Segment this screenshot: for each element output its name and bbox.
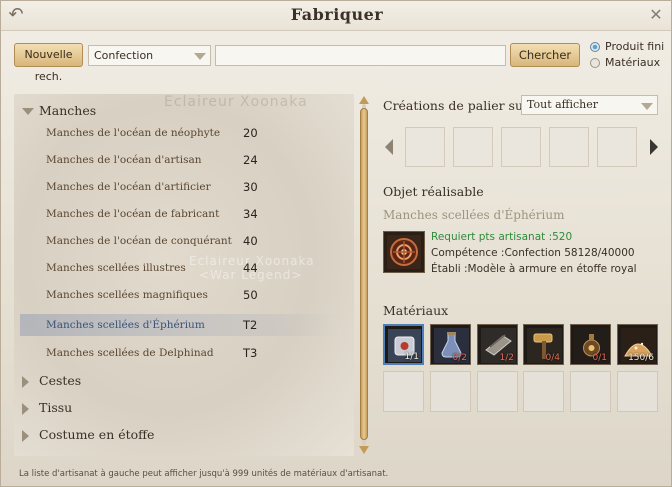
list-item[interactable]: Manches de l'océan d'artificier 30 [28,176,348,198]
material-count: 0/2 [452,353,467,363]
upper-tier-slot[interactable] [597,127,637,167]
upper-tier-slot[interactable] [549,127,589,167]
material-count: 0/4 [545,353,560,363]
list-item-selected[interactable]: Manches scellées d'Éphérium T2 [20,314,340,336]
material-count: 150/6 [628,353,654,363]
upper-tier-slot[interactable] [453,127,493,167]
list-item[interactable]: Manches scellées de Delphinad T3 [28,342,348,364]
radio-finished-product[interactable] [590,42,600,52]
category-tissu[interactable]: Tissu [22,398,342,418]
scroll-thumb[interactable] [360,108,368,440]
material-slot-empty [477,371,518,412]
footer-note: La liste d'artisanat à gauche peut affic… [19,469,389,479]
list-item[interactable]: Manches scellées magnifiques 50 [28,284,348,306]
list-item[interactable]: Manches de l'océan de fabricant 34 [28,203,348,225]
category-dropdown[interactable]: Confection [88,45,211,66]
expand-right-icon [22,376,29,388]
title-bar: ↶ Fabriquer ✕ [1,1,671,31]
list-item[interactable]: Manches de l'océan d'artisan 24 [28,149,348,171]
upper-tier-slot[interactable] [405,127,445,167]
material-slot-empty [617,371,658,412]
list-item[interactable]: Manches de l'océan de néophyte 20 [28,122,348,144]
material-count: 1/1 [404,352,419,362]
radio-finished-product-label[interactable]: Produit fini [605,40,664,53]
material-slot-empty [523,371,564,412]
scroll-down-arrow-icon[interactable] [359,446,369,456]
search-button[interactable]: Chercher [510,43,580,67]
sealed-sleeves-icon[interactable] [383,231,425,273]
workstation-text: Établi :Modèle à armure en étoffe royal [431,263,637,275]
scroll-up-arrow-icon[interactable] [359,94,369,104]
radio-materials[interactable] [590,58,600,68]
upper-tier-filter-dropdown[interactable]: Tout afficher [521,95,658,115]
material-slot-empty [570,371,611,412]
material-slot-empty [383,371,424,412]
expand-down-icon [22,108,34,115]
requirement-text: Requiert pts artisanat :520 [431,231,573,243]
list-item[interactable]: Manches de l'océan de conquérant 40 [28,230,348,252]
craftable-item-name: Manches scellées d'Éphérium [383,208,565,222]
expand-right-icon [22,403,29,415]
materials-title: Matériaux [383,303,449,318]
material-slot[interactable]: 0/2 [430,324,471,365]
carousel-prev-arrow-icon[interactable] [385,139,393,155]
upper-tier-title: Créations de palier sup. [383,98,535,113]
competence-text: Compétence :Confection 58128/40000 [431,247,635,259]
close-icon[interactable]: ✕ [645,5,667,25]
list-item[interactable]: Manches scellées illustres 44 [28,257,348,279]
window-title: Fabriquer [290,5,384,24]
material-count: 0/1 [592,353,607,363]
craftable-item-title: Objet réalisable [383,184,484,199]
material-slot[interactable]: 1/1 [383,324,424,365]
crafting-window: ↶ Fabriquer ✕ Nouvelle rech. Confection … [0,0,672,487]
upper-tier-filter-value: Tout afficher [527,98,599,111]
recipe-list: Eclaireur Xoonaka Eclaireur Xoonaka <War… [14,94,354,456]
material-slot[interactable]: 1/2 [477,324,518,365]
category-dropdown-value: Confection [94,49,154,62]
material-slot-empty [430,371,471,412]
category-costume-en-etoffe[interactable]: Costume en étoffe [22,425,342,445]
radio-materials-label[interactable]: Matériaux [605,56,660,69]
search-input[interactable] [215,45,506,66]
chevron-down-icon [641,103,653,110]
material-slot[interactable]: 0/4 [523,324,564,365]
category-manches[interactable]: Manches [22,101,342,121]
upper-tier-slot[interactable] [501,127,541,167]
category-cestes[interactable]: Cestes [22,371,342,391]
material-slot[interactable]: 150/6 [617,324,658,365]
material-count: 1/2 [499,353,514,363]
chevron-down-icon [194,53,206,60]
new-search-button[interactable]: Nouvelle rech. [14,43,83,83]
list-scrollbar[interactable] [359,94,369,456]
material-slot[interactable]: 0/1 [570,324,611,365]
carousel-next-arrow-icon[interactable] [650,139,658,155]
expand-right-icon [22,430,29,442]
